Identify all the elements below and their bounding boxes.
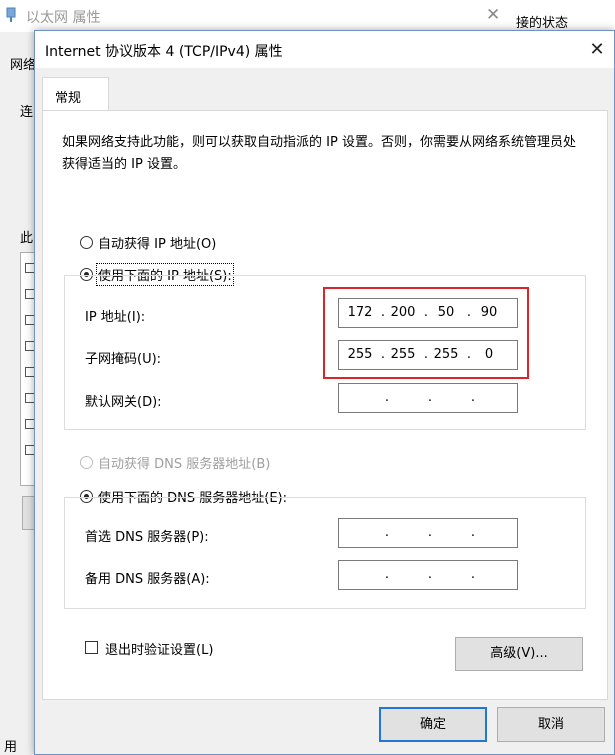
dns-auto-label: 自动获得 DNS 服务器地址(B) bbox=[98, 457, 271, 472]
description-text: 如果网络支持此功能，则可以获取自动指派的 IP 设置。否则，你需要从网络系统管理… bbox=[62, 135, 576, 172]
tab-general-label: 常规 bbox=[55, 91, 82, 106]
octet-separator: . bbox=[470, 390, 476, 405]
octet-separator: . bbox=[384, 525, 390, 540]
dns-auto-radio bbox=[80, 456, 93, 469]
octet-separator: . bbox=[427, 567, 433, 582]
ipv4-properties-dialog: Internet 协议版本 4 (TCP/IPv4) 属性 ✕ 常规 如果网络支… bbox=[34, 30, 615, 755]
validate-checkbox[interactable] bbox=[85, 641, 98, 654]
network-adapter-icon bbox=[6, 7, 16, 22]
advanced-button[interactable]: 高级(V)... bbox=[455, 637, 583, 671]
octet-separator: . bbox=[384, 390, 390, 405]
cancel-button[interactable]: 取消 bbox=[497, 707, 605, 742]
preferred-dns-label: 首选 DNS 服务器(P): bbox=[85, 530, 209, 545]
ip-auto-label[interactable]: 自动获得 IP 地址(O) bbox=[98, 233, 216, 252]
ip-auto-radio[interactable] bbox=[80, 236, 93, 249]
background-fragment: 连 bbox=[20, 105, 34, 120]
background-fragment: 此 bbox=[20, 231, 34, 246]
background-title: 以太网 属性 bbox=[26, 10, 101, 26]
ok-button[interactable]: 确定 bbox=[379, 707, 487, 742]
dialog-title-bar: Internet 协议版本 4 (TCP/IPv4) 属性 ✕ bbox=[35, 31, 614, 68]
background-close-icon[interactable]: ✕ bbox=[486, 5, 500, 25]
validate-label[interactable]: 退出时验证设置(L) bbox=[105, 639, 213, 658]
octet-separator: . bbox=[470, 567, 476, 582]
octet-separator: . bbox=[427, 525, 433, 540]
dialog-title: Internet 协议版本 4 (TCP/IPv4) 属性 bbox=[45, 44, 283, 60]
background-fragment: 用 bbox=[4, 740, 18, 755]
octet-separator: . bbox=[384, 567, 390, 582]
background-status-tab[interactable]: 接的状态 bbox=[512, 12, 573, 31]
gateway-input[interactable]: . . . bbox=[338, 383, 518, 413]
close-icon[interactable]: ✕ bbox=[584, 37, 610, 63]
background-fragment: 网络 bbox=[10, 58, 37, 73]
highlight-box bbox=[323, 287, 529, 379]
dns-settings-group bbox=[64, 497, 586, 609]
gateway-label: 默认网关(D): bbox=[85, 395, 162, 410]
preferred-dns-input[interactable]: . . . bbox=[338, 518, 518, 548]
alternate-dns-input[interactable]: . . . bbox=[338, 560, 518, 590]
octet-separator: . bbox=[427, 390, 433, 405]
tab-general[interactable]: 常规 bbox=[42, 77, 109, 111]
ip-address-label: IP 地址(I): bbox=[85, 310, 146, 325]
octet-separator: . bbox=[470, 525, 476, 540]
alternate-dns-label: 备用 DNS 服务器(A): bbox=[85, 572, 210, 587]
subnet-mask-label: 子网掩码(U): bbox=[85, 352, 162, 367]
